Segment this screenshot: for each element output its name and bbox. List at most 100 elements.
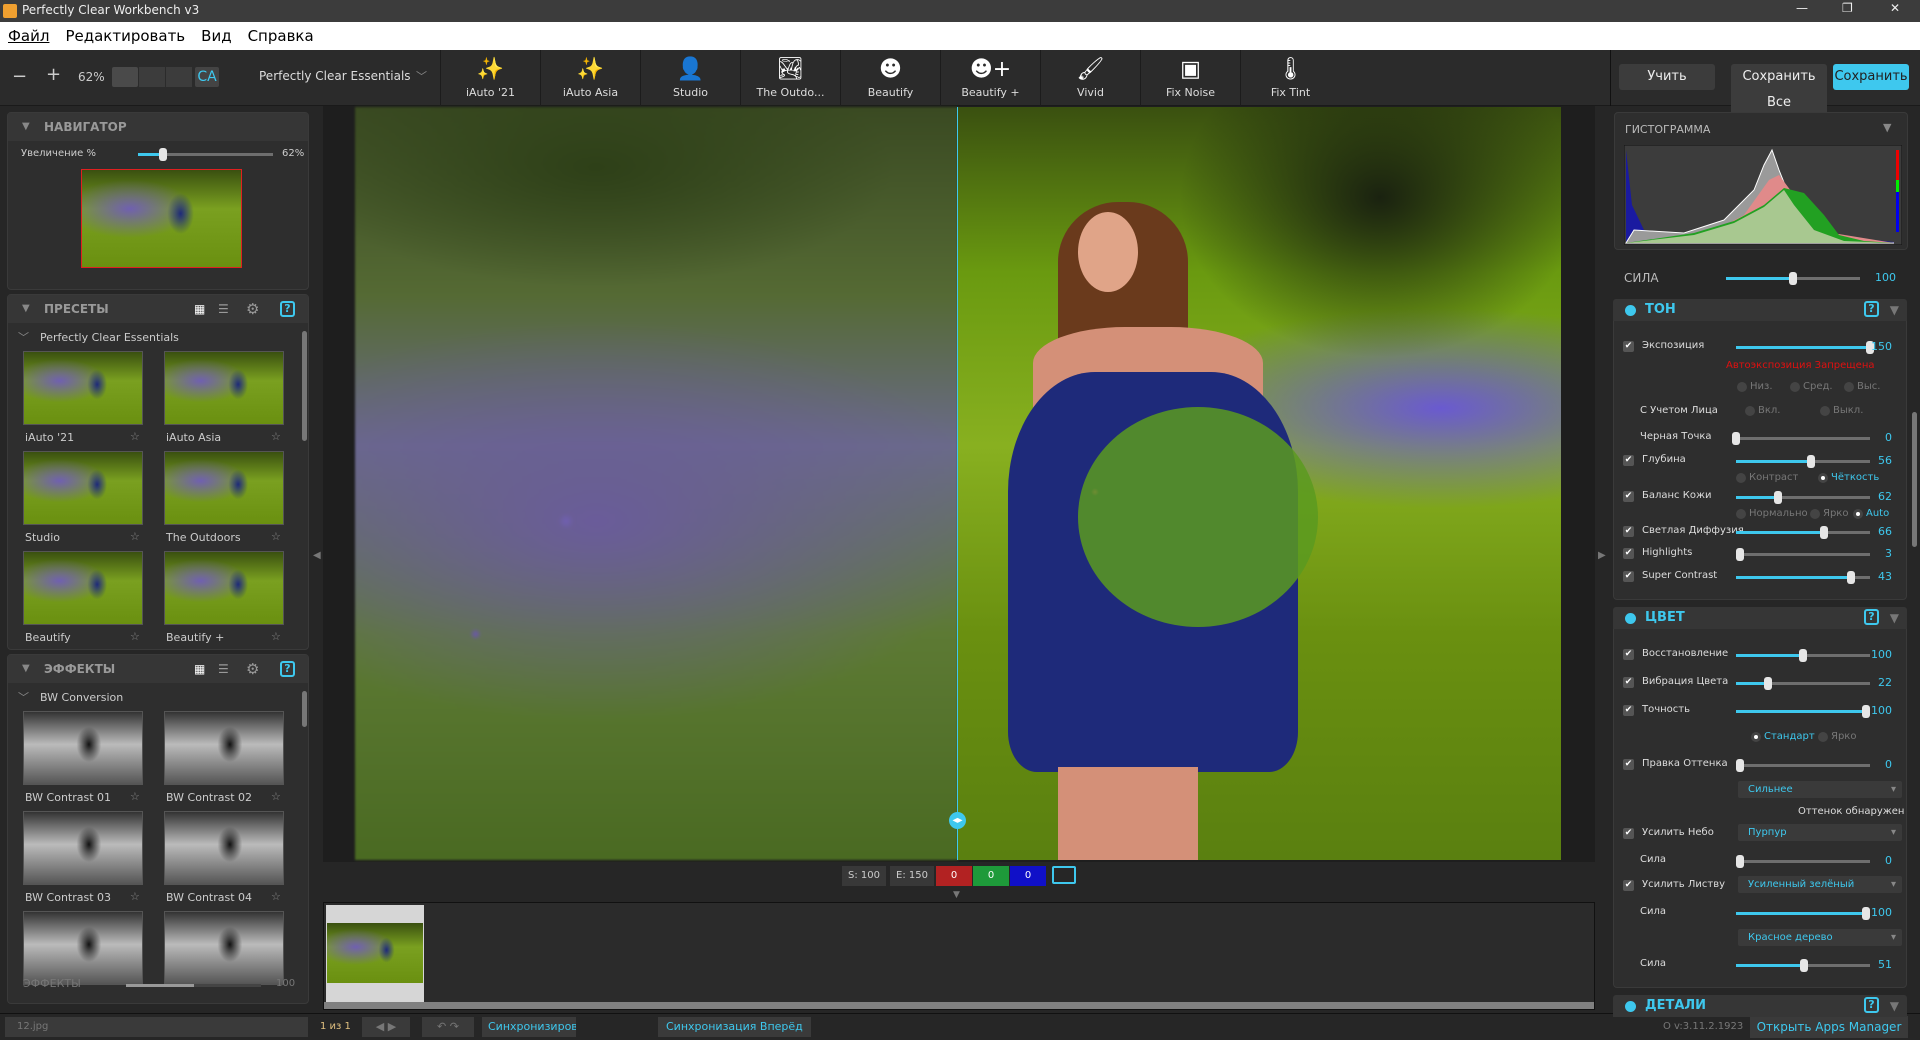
face-aware-radio[interactable] — [1820, 406, 1830, 416]
collapse-icon[interactable]: ▼ — [1890, 995, 1899, 1017]
slider-handle[interactable] — [1820, 526, 1829, 539]
details-indicator[interactable] — [1625, 1001, 1636, 1012]
depth-mode-option[interactable]: Контраст — [1749, 472, 1798, 483]
tone-slider-4-checkbox[interactable]: ✔ — [1623, 526, 1634, 537]
tone-slider-0-slider[interactable] — [1736, 341, 1874, 354]
effect-thumbnail[interactable] — [23, 911, 143, 985]
chevron-down-icon[interactable]: ﹀ — [416, 68, 427, 84]
image-icon[interactable] — [1052, 866, 1076, 884]
exposure-level-radio[interactable] — [1844, 382, 1854, 392]
restore-button[interactable]: ❐ — [1842, 1, 1853, 15]
help-icon[interactable]: ? — [280, 301, 295, 317]
preset-button-1[interactable]: ✨ iAuto Asia — [540, 50, 640, 106]
help-icon[interactable]: ? — [280, 661, 295, 677]
effects-strength-slider[interactable] — [126, 984, 261, 987]
menu-help[interactable]: Справка — [248, 27, 314, 45]
collapse-right-icon[interactable]: ▶ — [1598, 550, 1606, 561]
slider-handle[interactable] — [1736, 548, 1745, 561]
filmstrip-scrollbar[interactable] — [324, 1002, 1594, 1009]
tone-slider-5-checkbox[interactable]: ✔ — [1623, 548, 1634, 559]
help-icon[interactable]: ? — [1864, 997, 1879, 1013]
color-slider-6-slider[interactable] — [1736, 959, 1870, 972]
favorite-star-icon[interactable]: ☆ — [130, 530, 140, 543]
zoom-out-icon[interactable]: − — [12, 66, 27, 87]
slider-handle[interactable] — [1800, 959, 1809, 972]
favorite-star-icon[interactable]: ☆ — [271, 890, 281, 903]
slider-handle[interactable] — [1807, 455, 1816, 468]
tone-slider-3-slider[interactable] — [1736, 491, 1870, 504]
collapse-icon[interactable]: ▼ — [1890, 299, 1899, 321]
exposure-level-option[interactable]: Выс. — [1857, 381, 1880, 392]
scrollbar[interactable] — [302, 691, 307, 727]
accuracy-mode-radio[interactable] — [1818, 732, 1828, 742]
effects-header[interactable]: ▼ ЭФФЕКТЫ ▦ ☰ ⚙ ? — [8, 655, 308, 683]
preset-button-6[interactable]: 🖌 Vivid — [1040, 50, 1140, 106]
preset-group-select[interactable]: Perfectly Clear Essentials — [259, 69, 411, 83]
navigator-header[interactable]: ▼ НАВИГАТОР — [8, 113, 308, 141]
color-slider-2-slider[interactable] — [1736, 705, 1870, 718]
tone-slider-0-checkbox[interactable]: ✔ — [1623, 341, 1634, 352]
color-slider-1-slider[interactable] — [1736, 677, 1870, 690]
effect-thumbnail[interactable] — [164, 811, 284, 885]
color-slider-3-checkbox[interactable]: ✔ — [1623, 759, 1634, 770]
skin-mode-radio[interactable] — [1810, 509, 1820, 519]
accuracy-mode-radio[interactable] — [1751, 732, 1761, 742]
undo-redo-buttons[interactable]: ↶ ↷ — [422, 1017, 474, 1037]
color-slider-1-checkbox[interactable]: ✔ — [1623, 677, 1634, 688]
tone-slider-2-slider[interactable] — [1736, 455, 1870, 468]
face-aware-option[interactable]: Выкл. — [1833, 405, 1863, 416]
collapse-icon[interactable]: ▼ — [1883, 121, 1891, 134]
photo-after[interactable] — [958, 107, 1561, 860]
exposure-level-radio[interactable] — [1790, 382, 1800, 392]
depth-mode-radio[interactable] — [1736, 473, 1746, 483]
learn-button[interactable]: Учить — [1619, 64, 1715, 90]
slider-handle[interactable] — [1773, 491, 1782, 504]
collapse-icon[interactable]: ▼ — [1890, 607, 1899, 629]
favorite-star-icon[interactable]: ☆ — [271, 530, 281, 543]
file-select[interactable]: 12.jpg — [5, 1017, 308, 1037]
side-by-side-button[interactable] — [139, 67, 165, 87]
open-apps-manager-button[interactable]: Открыть Apps Manager — [1750, 1016, 1908, 1038]
favorite-star-icon[interactable]: ☆ — [271, 430, 281, 443]
accuracy-mode-option[interactable]: Стандарт — [1764, 731, 1815, 742]
save-button[interactable]: Сохранить — [1833, 64, 1909, 90]
skin-mode-option[interactable]: Нормально — [1749, 508, 1808, 519]
zoom-slider[interactable] — [138, 148, 273, 161]
strength-slider[interactable] — [1726, 272, 1860, 285]
foliage-secondary-select[interactable]: Красное дерево — [1738, 929, 1902, 946]
face-aware-option[interactable]: Вкл. — [1758, 405, 1780, 416]
sky-select[interactable]: Пурпур — [1738, 824, 1902, 841]
ca-button[interactable]: CA — [195, 67, 219, 87]
grid-view-icon[interactable]: ▦ — [194, 295, 205, 323]
preset-button-4[interactable]: ☻ Beautify — [840, 50, 940, 106]
tone-slider-6-checkbox[interactable]: ✔ — [1623, 571, 1634, 582]
slider-handle[interactable] — [1736, 855, 1745, 868]
preset-button-7[interactable]: ▣ Fix Noise — [1140, 50, 1240, 106]
depth-mode-option[interactable]: Чёткость — [1831, 472, 1879, 483]
effect-thumbnail[interactable] — [23, 711, 143, 785]
prev-image-button[interactable]: ◀ ▶ — [362, 1017, 410, 1037]
help-icon[interactable]: ? — [1864, 301, 1879, 317]
menu-file[interactable]: Файл — [8, 27, 49, 45]
exposure-level-option[interactable]: Низ. — [1750, 381, 1773, 392]
color-slider-5-slider[interactable] — [1736, 907, 1870, 920]
slider-handle[interactable] — [1764, 677, 1773, 690]
depth-mode-radio[interactable] — [1818, 473, 1828, 483]
effect-thumbnail[interactable] — [164, 911, 284, 985]
gear-icon[interactable]: ⚙ — [246, 655, 259, 683]
tone-slider-1-slider[interactable] — [1732, 432, 1870, 445]
tone-slider-6-slider[interactable] — [1736, 571, 1870, 584]
exposure-level-radio[interactable] — [1737, 382, 1747, 392]
slider-handle[interactable] — [1732, 432, 1740, 445]
list-view-icon[interactable]: ☰ — [218, 655, 229, 683]
preset-thumbnail[interactable] — [23, 351, 143, 425]
skin-mode-option[interactable]: Ярко — [1823, 508, 1848, 519]
color-header[interactable]: ЦВЕТ? ▼ — [1613, 607, 1907, 629]
favorite-star-icon[interactable]: ☆ — [130, 790, 140, 803]
color-slider-3-slider[interactable] — [1736, 759, 1870, 772]
navigator-thumbnail[interactable] — [81, 169, 242, 268]
help-icon[interactable]: ? — [1864, 609, 1879, 625]
preset-button-0[interactable]: ✨ iAuto '21 — [440, 50, 540, 106]
menu-view[interactable]: Вид — [201, 27, 231, 45]
details-header[interactable]: ДЕТАЛИ? ▼ — [1613, 995, 1907, 1017]
